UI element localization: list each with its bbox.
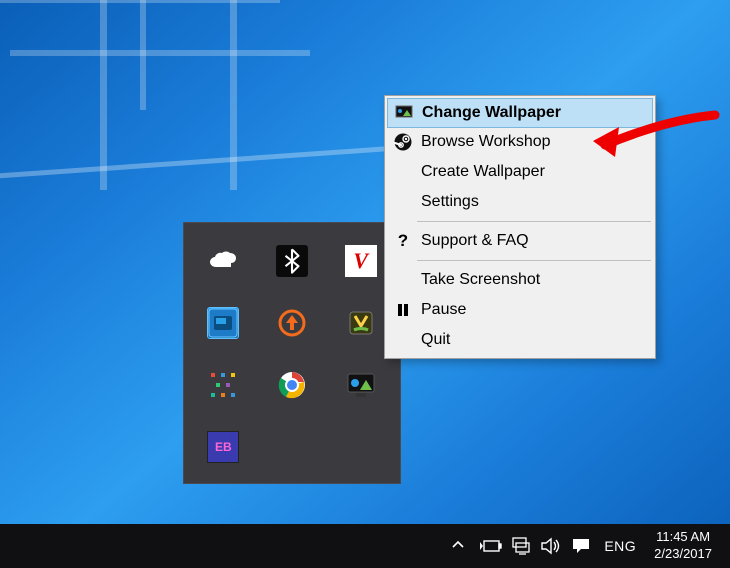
updater-icon[interactable] [276, 307, 308, 339]
wallpaper-engine-icon [394, 103, 414, 123]
tray-overflow-panel[interactable]: V EB [183, 222, 401, 484]
intel-graphics-icon[interactable] [207, 307, 239, 339]
clock-time: 11:45 AM [654, 529, 712, 546]
volume-icon[interactable] [536, 524, 566, 568]
monitor-tool-icon[interactable]: EB [207, 431, 239, 463]
wallpaper-engine-tray-icon[interactable] [345, 369, 377, 401]
question-icon: ? [393, 231, 413, 251]
bluetooth-icon[interactable] [276, 245, 308, 277]
network-icon[interactable] [506, 524, 536, 568]
annotation-arrow [585, 105, 725, 175]
menu-separator [417, 221, 651, 222]
menu-item-label: Quit [421, 331, 450, 349]
clock-date: 2/23/2017 [654, 546, 712, 563]
menu-support-faq[interactable]: ? Support & FAQ [387, 226, 653, 256]
vivaldi-icon[interactable]: V [345, 245, 377, 277]
menu-item-label: Settings [421, 193, 479, 211]
menu-item-label: Pause [421, 301, 466, 319]
menu-item-label: Support & FAQ [421, 232, 529, 250]
desktop-wallpaper: V EB Change W [0, 0, 730, 568]
menu-quit[interactable]: Quit [387, 325, 653, 355]
battery-icon[interactable] [476, 524, 506, 568]
menu-item-label: Take Screenshot [421, 271, 540, 289]
menu-settings[interactable]: Settings [387, 187, 653, 217]
menu-separator [417, 260, 651, 261]
menu-take-screenshot[interactable]: Take Screenshot [387, 265, 653, 295]
menu-item-label: Create Wallpaper [421, 163, 545, 181]
menu-item-label: Browse Workshop [421, 133, 551, 151]
chrome-icon[interactable] [276, 369, 308, 401]
menu-pause[interactable]: Pause [387, 295, 653, 325]
onedrive-icon[interactable] [207, 245, 239, 277]
steam-icon [393, 132, 413, 152]
language-indicator[interactable]: ENG [596, 538, 644, 554]
pause-icon [393, 300, 413, 320]
show-hidden-icons-chevron[interactable] [440, 538, 476, 555]
taskbar: ENG 11:45 AM 2/23/2017 [0, 524, 730, 568]
menu-item-label: Change Wallpaper [422, 104, 561, 122]
app-grid-icon[interactable] [207, 369, 239, 401]
action-center-icon[interactable] [566, 524, 596, 568]
idm-icon[interactable] [345, 307, 377, 339]
clock[interactable]: 11:45 AM 2/23/2017 [644, 529, 722, 563]
